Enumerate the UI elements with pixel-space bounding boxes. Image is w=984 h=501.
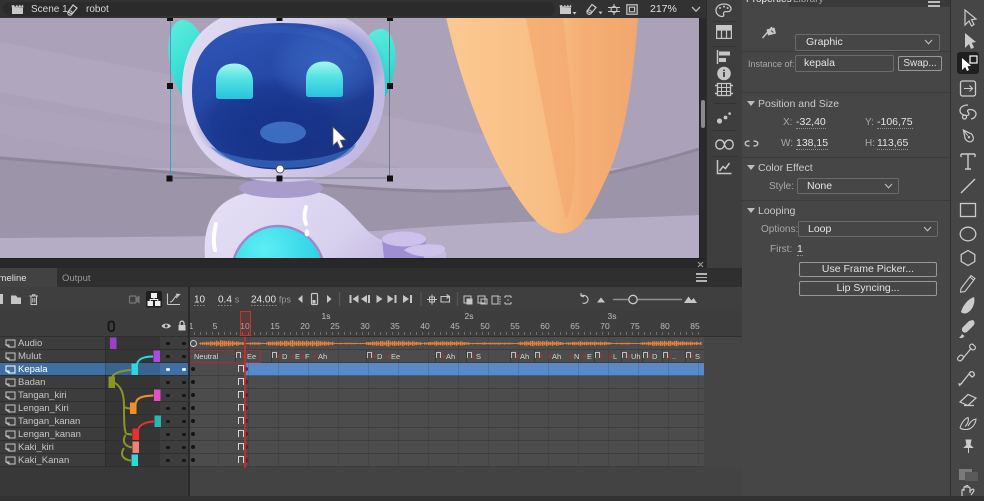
svg-text:10: 10	[194, 295, 206, 306]
svg-text:24.00 fps: 24.00 fps	[251, 295, 291, 306]
svg-text:0.4 s: 0.4 s	[218, 295, 240, 306]
